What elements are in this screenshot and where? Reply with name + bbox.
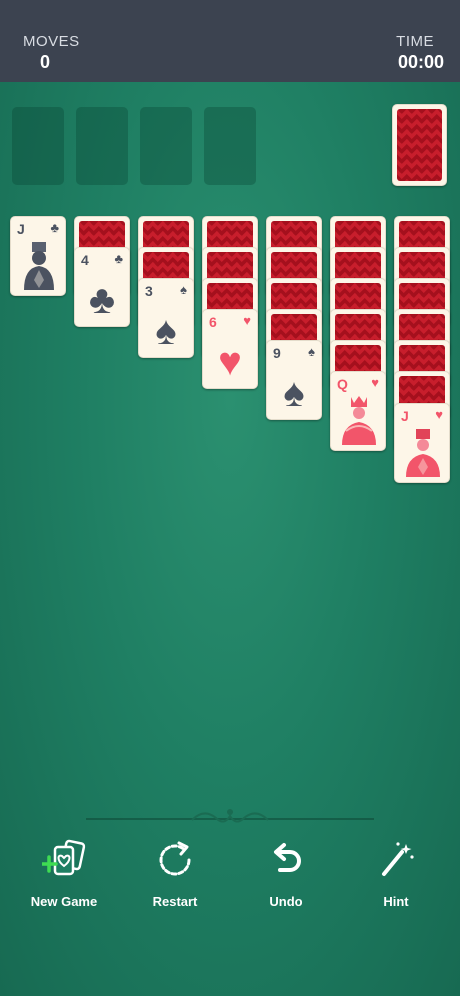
card-rank: J: [17, 221, 25, 237]
top-bar: MOVES 0 TIME 00:00: [0, 0, 460, 82]
tableau-card-jack-hearts[interactable]: J ♥: [394, 403, 450, 483]
heart-icon: ♥: [218, 340, 242, 384]
tableau-card-6-hearts[interactable]: 6 ♥ ♥: [202, 309, 258, 389]
spade-icon: ♠: [180, 282, 187, 297]
ornament-icon: [191, 809, 269, 823]
foundation-slot-3[interactable]: [140, 107, 192, 185]
tableau-card-queen-hearts[interactable]: Q ♥: [330, 371, 386, 451]
moves-count: 0: [40, 52, 51, 72]
hint-button[interactable]: Hint: [351, 838, 441, 909]
tableau-card-4-clubs[interactable]: 4 ♣ ♣: [74, 247, 130, 327]
club-icon: ♣: [88, 278, 116, 322]
card-rank: J: [401, 408, 409, 424]
tableau-card-9-spades[interactable]: 9 ♠ ♠: [266, 340, 322, 420]
heart-icon: ♥: [243, 313, 251, 328]
stock-pile[interactable]: [392, 104, 447, 186]
new-game-button[interactable]: New Game: [19, 838, 109, 909]
spade-icon: ♠: [283, 371, 305, 415]
restart-button[interactable]: Restart: [130, 838, 220, 909]
time-label: TIME: [396, 33, 434, 50]
foundation-slot-2[interactable]: [76, 107, 128, 185]
new-game-label: New Game: [30, 894, 98, 909]
card-rank: 6: [209, 314, 217, 330]
jack-figure-icon: [406, 429, 440, 477]
restart-label: Restart: [152, 894, 198, 909]
heart-icon: ♥: [371, 375, 379, 390]
time-value: 00:00: [397, 52, 444, 72]
queen-figure-icon: [342, 396, 376, 445]
moves-label: MOVES: [23, 33, 80, 50]
hint-label: Hint: [383, 894, 409, 909]
jack-figure-icon: [24, 242, 54, 290]
card-rank: 4: [81, 252, 89, 268]
new-game-icon: [42, 839, 86, 876]
undo-label: Undo: [269, 894, 303, 909]
heart-icon: ♥: [435, 407, 443, 422]
tableau-card-3-spades[interactable]: 3 ♠ ♠: [138, 278, 194, 358]
card-rank: Q: [337, 376, 348, 392]
club-icon: ♣: [50, 220, 59, 235]
foundation-slot-1[interactable]: [12, 107, 64, 185]
restart-icon: [159, 841, 191, 876]
undo-button[interactable]: Undo: [241, 838, 331, 909]
tableau-card-jack-clubs[interactable]: J ♣: [10, 216, 66, 296]
club-icon: ♣: [114, 251, 123, 266]
undo-icon: [274, 843, 301, 872]
card-rank: 9: [273, 345, 281, 361]
foundation-slot-4[interactable]: [204, 107, 256, 185]
card-rank: 3: [145, 283, 153, 299]
magic-wand-icon: [382, 842, 414, 876]
spade-icon: ♠: [308, 344, 315, 359]
spade-icon: ♠: [155, 309, 177, 353]
